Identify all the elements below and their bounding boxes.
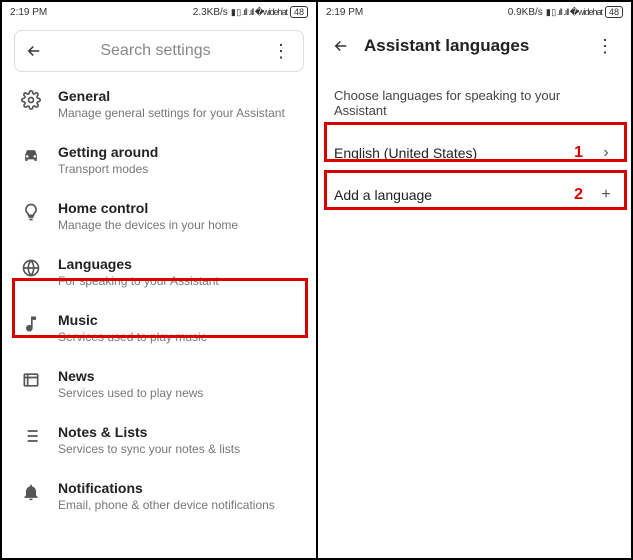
- item-news[interactable]: News Services used to play news: [2, 356, 316, 412]
- item-notes-lists[interactable]: Notes & Lists Services to sync your notes…: [2, 412, 316, 468]
- item-sub: Transport modes: [58, 162, 302, 176]
- item-title: News: [58, 368, 302, 384]
- item-title: Music: [58, 312, 302, 328]
- status-time: 2:19 PM: [326, 7, 363, 18]
- item-languages[interactable]: Languages For speaking to your Assistant: [2, 244, 316, 300]
- item-title: Languages: [58, 256, 302, 272]
- status-bar: 2:19 PM 2.3KB/s ▮ ▯ .ıll .ıll �widehat 4…: [2, 2, 316, 22]
- item-title: Home control: [58, 200, 302, 216]
- car-icon: [20, 144, 42, 166]
- item-sub: Services to sync your notes & lists: [58, 442, 302, 456]
- status-time: 2:19 PM: [10, 7, 47, 18]
- signal-icon: ▮ ▯ .ıll .ıll �widehat: [231, 7, 287, 18]
- annotation-1: 1: [574, 144, 589, 162]
- item-sub: Manage general settings for your Assista…: [58, 106, 302, 120]
- chevron-right-icon: ›: [597, 144, 615, 162]
- settings-list: General Manage general settings for your …: [2, 76, 316, 558]
- search-placeholder: Search settings: [53, 42, 258, 60]
- status-bar: 2:19 PM 0.9KB/s ▮ ▯ .ıll .ıll �widehat 4…: [318, 2, 631, 22]
- back-icon[interactable]: [25, 42, 43, 60]
- item-getting-around[interactable]: Getting around Transport modes: [2, 132, 316, 188]
- globe-icon: [20, 256, 42, 278]
- item-music[interactable]: Music Services used to play music: [2, 300, 316, 356]
- item-general[interactable]: General Manage general settings for your …: [2, 76, 316, 132]
- item-title: Notes & Lists: [58, 424, 302, 440]
- row-primary-language[interactable]: English (United States) 1 ›: [318, 132, 631, 174]
- page-title: Assistant languages: [364, 36, 578, 56]
- item-home-control[interactable]: Home control Manage the devices in your h…: [2, 188, 316, 244]
- header: Assistant languages ⋮: [318, 22, 631, 70]
- list-icon: [20, 424, 42, 446]
- item-sub: Email, phone & other device notification…: [58, 498, 302, 512]
- item-sub: Services used to play music: [58, 330, 302, 344]
- bell-icon: [20, 480, 42, 502]
- search-input[interactable]: Search settings ⋮: [14, 30, 304, 72]
- item-sub: Services used to play news: [58, 386, 302, 400]
- row-label: English (United States): [334, 145, 566, 161]
- bulb-icon: [20, 200, 42, 222]
- news-icon: [20, 368, 42, 390]
- item-title: General: [58, 88, 302, 104]
- row-label: Add a language: [334, 187, 566, 203]
- status-net: 0.9KB/s: [508, 7, 543, 18]
- music-icon: [20, 312, 42, 334]
- battery-icon: 48: [605, 6, 623, 18]
- gear-icon: [20, 88, 42, 110]
- item-sub: Manage the devices in your home: [58, 218, 302, 232]
- status-net: 2.3KB/s: [193, 7, 228, 18]
- languages-pane: 2:19 PM 0.9KB/s ▮ ▯ .ıll .ıll �widehat 4…: [318, 2, 631, 558]
- item-notifications[interactable]: Notifications Email, phone & other device…: [2, 468, 316, 524]
- signal-icon: ▮ ▯ .ıll .ıll �widehat: [546, 7, 602, 18]
- settings-pane: 2:19 PM 2.3KB/s ▮ ▯ .ıll .ıll �widehat 4…: [2, 2, 318, 558]
- plus-icon: +: [597, 186, 615, 204]
- row-add-language[interactable]: Add a language 2 +: [318, 174, 631, 216]
- item-title: Notifications: [58, 480, 302, 496]
- back-icon[interactable]: [332, 37, 350, 55]
- annotation-2: 2: [574, 186, 589, 204]
- instruction: Choose languages for speaking to your As…: [318, 70, 631, 132]
- item-sub: For speaking to your Assistant: [58, 274, 302, 288]
- item-title: Getting around: [58, 144, 302, 160]
- battery-icon: 48: [290, 6, 308, 18]
